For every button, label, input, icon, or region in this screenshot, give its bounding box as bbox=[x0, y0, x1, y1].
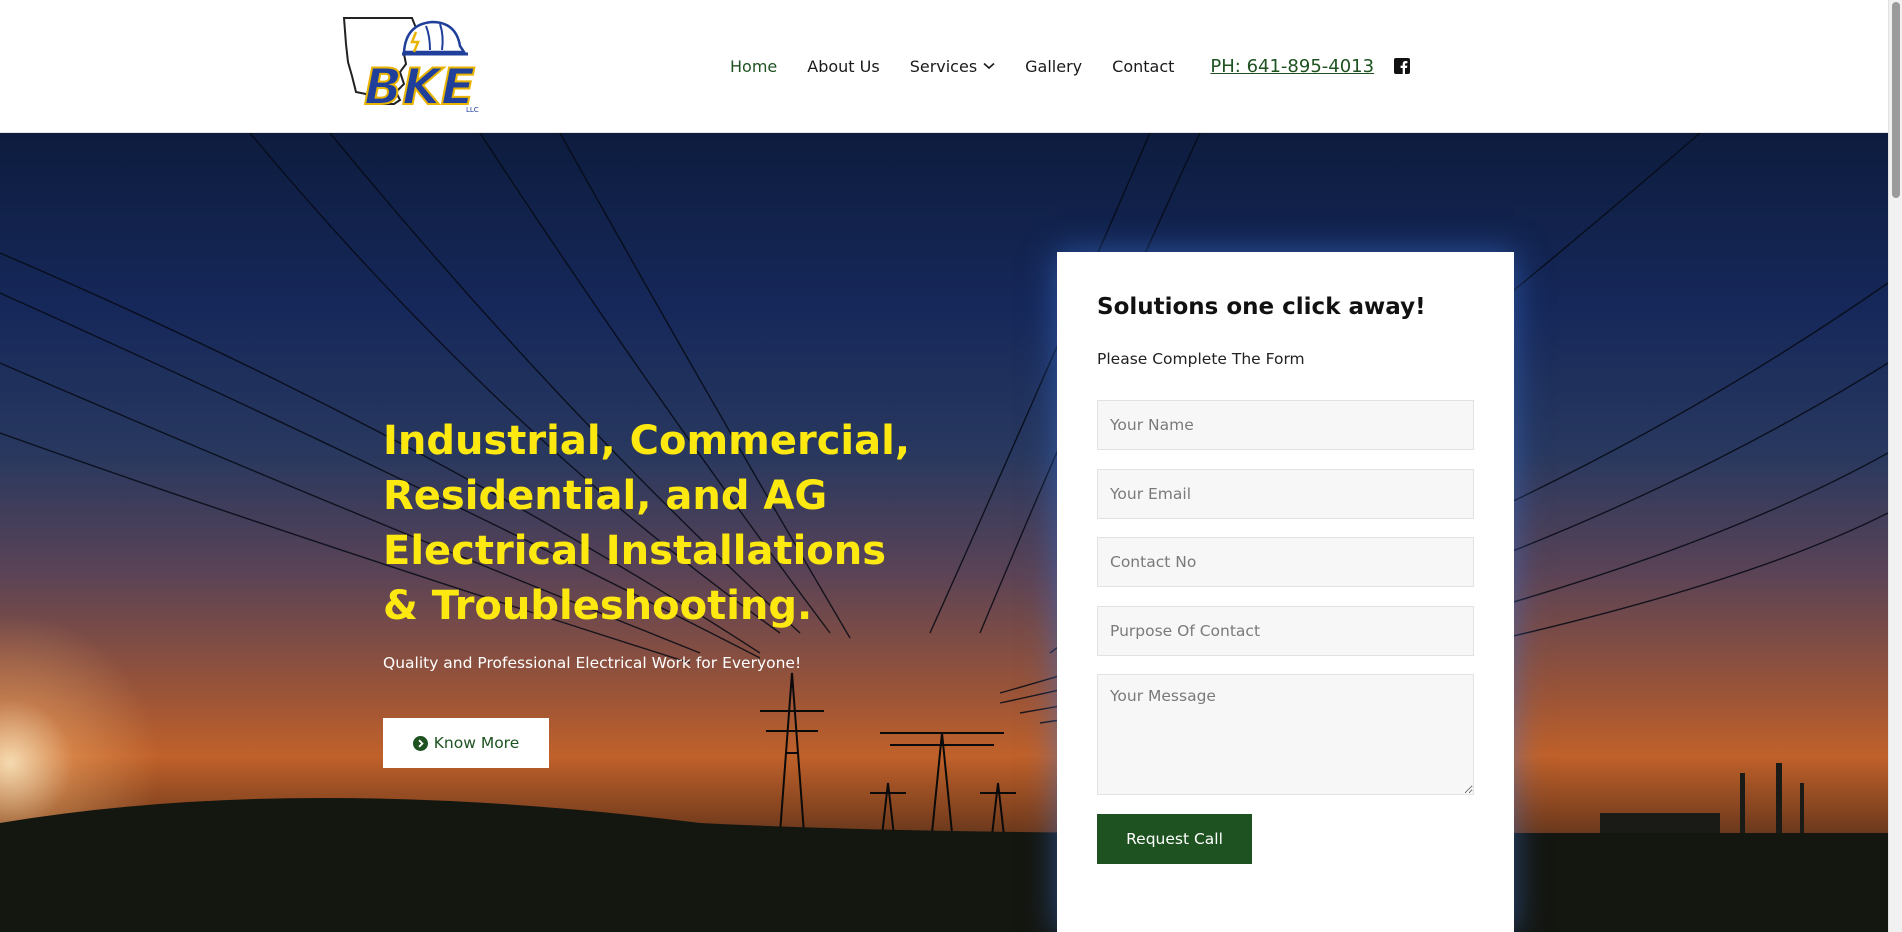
message-field[interactable] bbox=[1097, 674, 1474, 795]
hero-section: Industrial, Commercial, Residential, and… bbox=[0, 133, 1888, 932]
nav-gallery[interactable]: Gallery bbox=[1025, 57, 1082, 76]
facebook-icon[interactable] bbox=[1394, 58, 1411, 74]
scrollbar-thumb[interactable] bbox=[1892, 2, 1900, 198]
headline-line: Industrial, Commercial, bbox=[383, 418, 911, 464]
nav-about-us[interactable]: About Us bbox=[807, 57, 879, 76]
form-title: Solutions one click away! bbox=[1097, 294, 1426, 320]
request-call-button[interactable]: Request Call bbox=[1097, 814, 1252, 864]
logo-text: BKE bbox=[364, 58, 475, 116]
power-lines-background bbox=[0, 133, 1888, 932]
headline-line: Residential, and AG bbox=[383, 473, 828, 519]
headline-line: & Troubleshooting. bbox=[383, 583, 813, 629]
contact-number-field[interactable] bbox=[1097, 537, 1474, 587]
contact-form-card: Solutions one click away! Please Complet… bbox=[1057, 252, 1514, 932]
hero-headline: Industrial, Commercial, Residential, and… bbox=[383, 414, 943, 634]
nav-home[interactable]: Home bbox=[730, 57, 777, 76]
purpose-field[interactable] bbox=[1097, 606, 1474, 656]
chevron-down-icon bbox=[983, 62, 995, 70]
nav-contact[interactable]: Contact bbox=[1112, 57, 1174, 76]
chevron-circle-right-icon bbox=[412, 735, 428, 751]
email-field[interactable] bbox=[1097, 469, 1474, 519]
main-nav: Home About Us Services Gallery Contact P… bbox=[730, 54, 1411, 78]
nav-services[interactable]: Services bbox=[910, 57, 995, 76]
page-scrollbar[interactable] bbox=[1888, 0, 1902, 932]
phone-link[interactable]: PH: 641-895-4013 bbox=[1210, 56, 1374, 77]
headline-line: Electrical Installations bbox=[383, 528, 887, 574]
logo-subtext: LLC bbox=[466, 106, 479, 114]
nav-services-label: Services bbox=[909, 56, 978, 76]
form-subtitle: Please Complete The Form bbox=[1097, 350, 1305, 368]
hero-tagline: Quality and Professional Electrical Work… bbox=[383, 654, 802, 672]
name-field[interactable] bbox=[1097, 400, 1474, 450]
know-more-label: Know More bbox=[433, 734, 520, 752]
bke-logo[interactable]: BKE LLC bbox=[342, 14, 498, 118]
site-header: BKE LLC Home About Us Services Gallery C… bbox=[0, 0, 1888, 133]
know-more-button[interactable]: Know More bbox=[383, 718, 549, 768]
